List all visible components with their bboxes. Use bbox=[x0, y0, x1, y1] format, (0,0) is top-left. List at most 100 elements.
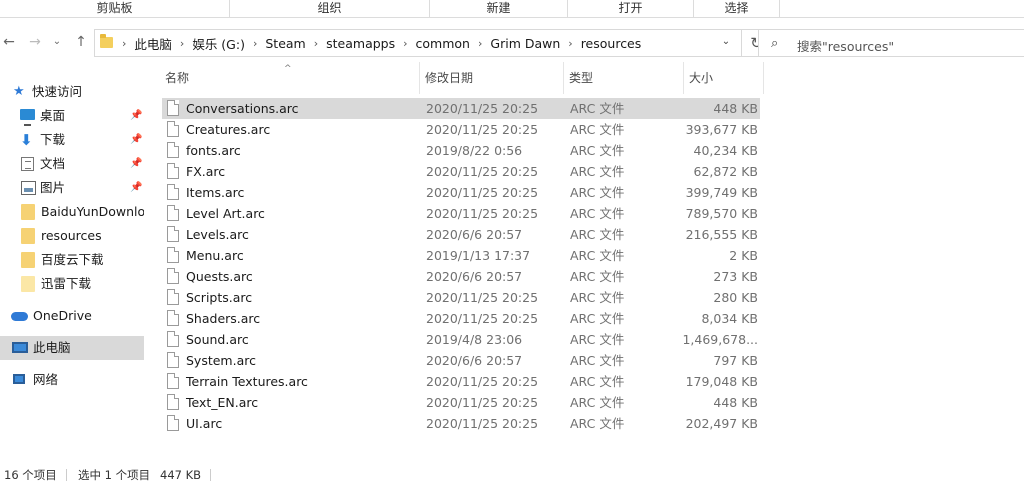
sidebar-item-label: 下载 bbox=[40, 132, 66, 147]
sidebar-item-label: OneDrive bbox=[33, 308, 92, 323]
file-row[interactable]: Shaders.arc 2020/11/25 20:25 ARC 文件 8,034 K… bbox=[162, 308, 760, 329]
ribbon-group-open[interactable]: 打开 bbox=[568, 0, 694, 18]
sidebar-item-desktop[interactable]: 桌面 📌 bbox=[0, 104, 144, 128]
breadcrumb-separator[interactable]: › bbox=[248, 37, 262, 50]
sidebar-item-baiduyundownload[interactable]: BaiduYunDownload bbox=[0, 200, 144, 224]
back-button[interactable]: ← bbox=[0, 32, 18, 52]
file-row[interactable]: Terrain Textures.arc 2020/11/25 20:25 ARC … bbox=[162, 371, 760, 392]
cloud-icon bbox=[11, 312, 28, 321]
sidebar-item-xunlei-download[interactable]: 迅雷下载 bbox=[0, 272, 144, 296]
breadcrumb-steam[interactable]: Steam bbox=[262, 36, 308, 51]
file-name: Items.arc bbox=[186, 185, 245, 200]
breadcrumb-separator[interactable]: › bbox=[473, 37, 487, 50]
file-row[interactable]: FX.arc 2020/11/25 20:25 ARC 文件 62,872 KB bbox=[162, 161, 760, 182]
file-row[interactable]: Level Art.arc 2020/11/25 20:25 ARC 文件 789,5… bbox=[162, 203, 760, 224]
pin-icon[interactable]: 📌 bbox=[130, 152, 142, 176]
sidebar-item-quick-access[interactable]: ★ 快速访问 bbox=[0, 80, 144, 104]
breadcrumb-drive-g[interactable]: 娱乐 (G:) bbox=[189, 34, 248, 53]
sidebar-item-label: 网络 bbox=[33, 372, 59, 387]
file-row[interactable]: Scripts.arc 2020/11/25 20:25 ARC 文件 280 KB bbox=[162, 287, 760, 308]
file-modified-date: 2020/6/6 20:57 bbox=[426, 227, 523, 242]
ribbon-group-organize[interactable]: 组织 bbox=[230, 0, 430, 18]
ribbon-group-select[interactable]: 选择 bbox=[694, 0, 780, 18]
file-row[interactable]: Conversations.arc 2020/11/25 20:25 ARC 文件 4… bbox=[162, 98, 760, 119]
file-size: 393,677 KB bbox=[685, 122, 758, 137]
search-input[interactable]: 搜索"resources" bbox=[797, 36, 894, 55]
file-type: ARC 文件 bbox=[570, 248, 625, 263]
breadcrumb-separator[interactable]: › bbox=[398, 37, 412, 50]
sidebar-item-pictures[interactable]: 图片 📌 bbox=[0, 176, 144, 200]
file-size: 797 KB bbox=[713, 353, 758, 368]
file-row[interactable]: Levels.arc 2020/6/6 20:57 ARC 文件 216,555 KB bbox=[162, 224, 760, 245]
file-row[interactable]: Text_EN.arc 2020/11/25 20:25 ARC 文件 448 KB bbox=[162, 392, 760, 413]
search-box[interactable]: ⌕ 搜索"resources" bbox=[758, 29, 1024, 57]
breadcrumb-separator[interactable]: › bbox=[117, 37, 131, 50]
file-name: Sound.arc bbox=[186, 332, 249, 347]
file-row[interactable]: UI.arc 2020/11/25 20:25 ARC 文件 202,497 KB bbox=[162, 413, 760, 434]
file-row[interactable]: Creatures.arc 2020/11/25 20:25 ARC 文件 393,6… bbox=[162, 119, 760, 140]
breadcrumb-steamapps[interactable]: steamapps bbox=[323, 36, 398, 51]
breadcrumb-resources[interactable]: resources bbox=[578, 36, 645, 51]
file-icon bbox=[167, 121, 179, 137]
address-bar[interactable]: › 此电脑 › 娱乐 (G:) › Steam › steamapps › co… bbox=[94, 29, 742, 57]
sidebar-item-baidu-cloud-download[interactable]: 百度云下载 bbox=[0, 248, 144, 272]
file-row[interactable]: Quests.arc 2020/6/6 20:57 ARC 文件 273 KB bbox=[162, 266, 760, 287]
file-modified-date: 2020/11/25 20:25 bbox=[426, 395, 539, 410]
file-row[interactable]: fonts.arc 2019/8/22 0:56 ARC 文件 40,234 KB bbox=[162, 140, 760, 161]
sidebar-item-label: 百度云下载 bbox=[41, 252, 104, 267]
column-header-date[interactable]: 修改日期 bbox=[420, 62, 564, 94]
breadcrumb-separator[interactable]: › bbox=[175, 37, 189, 50]
file-size: 273 KB bbox=[713, 269, 758, 284]
file-row[interactable]: Menu.arc 2019/1/13 17:37 ARC 文件 2 KB bbox=[162, 245, 760, 266]
file-icon bbox=[167, 268, 179, 284]
file-name: fonts.arc bbox=[186, 143, 241, 158]
file-icon bbox=[167, 394, 179, 410]
sidebar-item-downloads[interactable]: ⬇ 下载 📌 bbox=[0, 128, 144, 152]
file-modified-date: 2020/11/25 20:25 bbox=[426, 311, 539, 326]
pin-icon[interactable]: 📌 bbox=[130, 176, 142, 200]
file-size: 8,034 KB bbox=[701, 311, 758, 326]
column-header-size[interactable]: 大小 bbox=[684, 62, 764, 94]
file-type: ARC 文件 bbox=[570, 311, 625, 326]
ribbon-group-new[interactable]: 新建 bbox=[430, 0, 568, 18]
item-count: 16 个项目 bbox=[4, 468, 57, 482]
ribbon-group-clipboard[interactable]: 剪贴板 bbox=[0, 0, 230, 18]
sidebar-item-label: resources bbox=[41, 228, 102, 243]
file-type: ARC 文件 bbox=[570, 185, 625, 200]
file-row[interactable]: Sound.arc 2019/4/8 23:06 ARC 文件 1,469,678..… bbox=[162, 329, 760, 350]
up-button[interactable]: ↑ bbox=[72, 32, 90, 52]
pin-icon[interactable]: 📌 bbox=[130, 104, 142, 128]
file-name: Level Art.arc bbox=[186, 206, 265, 221]
sidebar-item-network[interactable]: 网络 bbox=[0, 368, 144, 392]
breadcrumb-common[interactable]: common bbox=[413, 36, 473, 51]
folder-icon bbox=[100, 34, 113, 48]
file-modified-date: 2020/11/25 20:25 bbox=[426, 164, 539, 179]
column-header-name[interactable]: 名称 ^ bbox=[160, 62, 420, 94]
file-modified-date: 2019/4/8 23:06 bbox=[426, 332, 523, 347]
search-icon: ⌕ bbox=[771, 36, 779, 51]
file-icon bbox=[167, 373, 179, 389]
file-size: 399,749 KB bbox=[685, 185, 758, 200]
file-type: ARC 文件 bbox=[570, 206, 625, 221]
breadcrumb-grim-dawn[interactable]: Grim Dawn bbox=[487, 36, 563, 51]
sidebar-item-documents[interactable]: 文档 📌 bbox=[0, 152, 144, 176]
breadcrumb-separator[interactable]: › bbox=[563, 37, 577, 50]
file-type: ARC 文件 bbox=[570, 416, 625, 431]
file-type: ARC 文件 bbox=[570, 143, 625, 158]
sidebar-item-resources[interactable]: resources bbox=[0, 224, 144, 248]
recent-locations-dropdown[interactable]: ⌄ bbox=[48, 32, 66, 52]
file-row[interactable]: System.arc 2020/6/6 20:57 ARC 文件 797 KB bbox=[162, 350, 760, 371]
network-icon bbox=[13, 374, 25, 384]
pin-icon[interactable]: 📌 bbox=[130, 128, 142, 152]
breadcrumb-separator[interactable]: › bbox=[309, 37, 323, 50]
file-type: ARC 文件 bbox=[570, 353, 625, 368]
folder-icon bbox=[21, 204, 35, 220]
sidebar-item-onedrive[interactable]: OneDrive bbox=[0, 304, 144, 328]
column-header-type[interactable]: 类型 bbox=[564, 62, 684, 94]
breadcrumb-this-pc[interactable]: 此电脑 bbox=[131, 34, 175, 53]
sidebar-item-this-pc[interactable]: 此电脑 bbox=[0, 336, 144, 360]
file-type: ARC 文件 bbox=[570, 290, 625, 305]
address-history-dropdown[interactable]: ⌄ bbox=[719, 36, 733, 50]
file-row[interactable]: Items.arc 2020/11/25 20:25 ARC 文件 399,749 K… bbox=[162, 182, 760, 203]
forward-button[interactable]: → bbox=[26, 32, 44, 52]
